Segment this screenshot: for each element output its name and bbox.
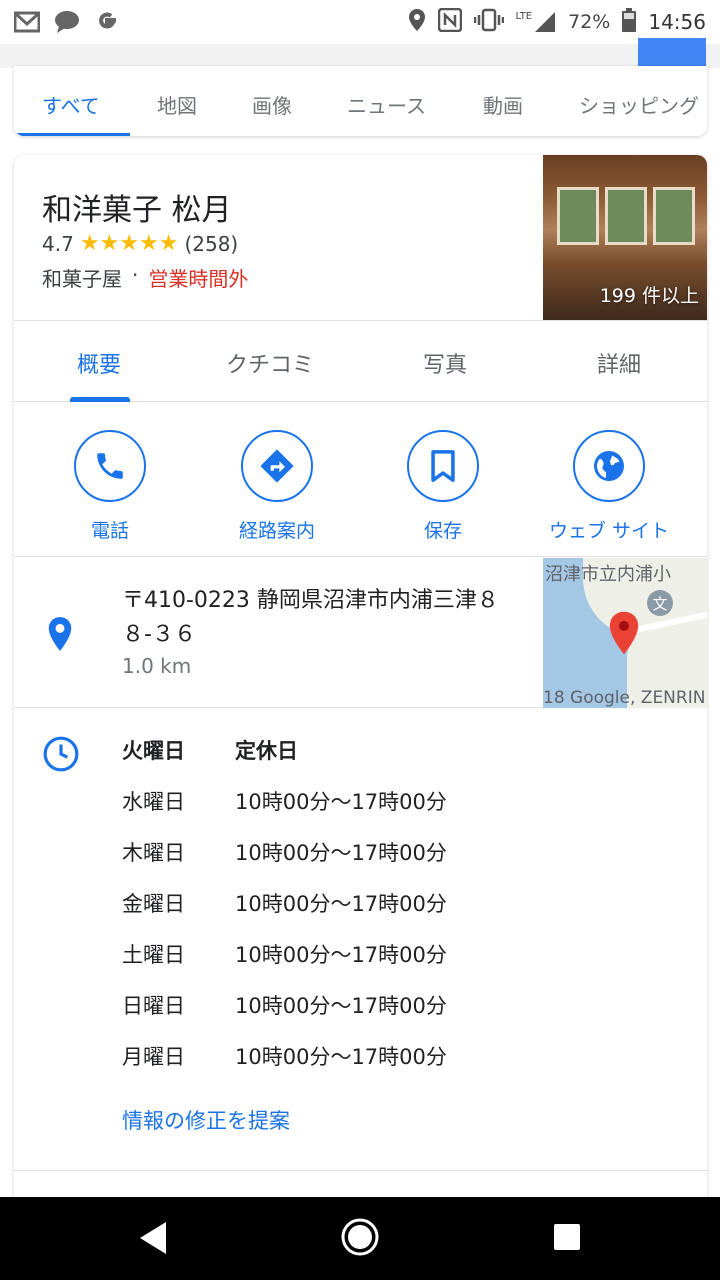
hours-day: 日曜日 — [122, 994, 185, 1018]
hours-time: 10時00分～17時00分 — [235, 994, 447, 1018]
nfc-icon — [437, 7, 462, 37]
hours-day: 火曜日 — [122, 739, 185, 763]
separator: · — [132, 263, 139, 287]
directions-button[interactable]: 経路案内 — [197, 430, 357, 543]
website-button[interactable]: ウェブ サイト — [529, 430, 689, 543]
place-header: 和洋菓子 松月 4.7 ★★★★★ (258) 和菓子屋 · 営業時間外 199… — [14, 155, 707, 320]
hours-day: 土曜日 — [122, 943, 185, 967]
location-pin-icon — [46, 616, 74, 656]
website-label: ウェブ サイト — [548, 520, 670, 542]
directions-icon — [241, 430, 313, 502]
hours-time: 定休日 — [235, 739, 298, 763]
place-category: 和菓子屋 — [42, 267, 122, 291]
place-photo[interactable]: 199 件以上 — [543, 155, 707, 320]
tab-all[interactable]: すべて — [42, 90, 100, 119]
photo-window — [557, 187, 599, 245]
save-button[interactable]: 保存 — [363, 430, 523, 543]
google-icon — [94, 9, 120, 35]
tab-images[interactable]: 画像 — [252, 90, 292, 119]
hours-day: 金曜日 — [122, 892, 185, 916]
place-card: 和洋菓子 松月 4.7 ★★★★★ (258) 和菓子屋 · 営業時間外 199… — [14, 155, 707, 1200]
map-label: 沼津市立内浦小 — [545, 564, 671, 585]
clock-icon — [42, 735, 80, 777]
action-buttons: 電話 経路案内 保存 ウェブ サイト — [14, 402, 707, 557]
recents-icon[interactable] — [553, 1223, 581, 1255]
lte-signal-icon: LTE — [516, 11, 557, 33]
directions-label: 経路案内 — [238, 520, 315, 542]
photo-window — [605, 187, 647, 245]
search-tabs: すべて 地図 画像 ニュース 動画 ショッピング — [14, 66, 707, 136]
place-tabs: 概要 クチコミ 写真 詳細 — [14, 320, 707, 402]
search-bar[interactable] — [0, 38, 720, 68]
back-icon[interactable] — [136, 1219, 170, 1261]
place-title: 和洋菓子 松月 — [42, 193, 232, 228]
open-status: 営業時間外 — [148, 267, 249, 291]
hours-row: 金曜日 10時00分～17時00分 — [122, 888, 447, 918]
hours-row: 土曜日 10時00分～17時00分 — [122, 939, 447, 969]
rating-value: 4.7 — [42, 231, 74, 256]
photo-count: 199 件以上 — [599, 285, 699, 307]
call-label: 電話 — [90, 520, 129, 542]
save-label: 保存 — [423, 520, 462, 542]
hours-row: 日曜日 10時00分～17時00分 — [122, 990, 447, 1020]
tab-shopping[interactable]: ショッピング — [579, 90, 699, 119]
hours-time: 10時00分～17時00分 — [235, 1045, 447, 1069]
distance: 1.0 km — [122, 654, 192, 678]
location-icon — [408, 8, 426, 37]
map-marker-icon — [607, 610, 641, 660]
tab-maps[interactable]: 地図 — [157, 90, 197, 119]
suggest-edit-link[interactable]: 情報の修正を提案 — [122, 1105, 290, 1135]
messages-icon — [54, 9, 80, 35]
hours-day: 木曜日 — [122, 841, 185, 865]
vibrate-icon — [473, 8, 504, 37]
active-tab-indicator — [14, 133, 130, 136]
home-icon[interactable] — [340, 1217, 380, 1261]
gmail-icon — [14, 9, 40, 35]
hours-day: 月曜日 — [122, 1045, 185, 1069]
battery-icon — [622, 7, 637, 37]
bookmark-icon — [407, 430, 479, 502]
hours-time: 10時00分～17時00分 — [235, 943, 447, 967]
category-row: 和菓子屋 · 営業時間外 — [42, 263, 248, 292]
hours-row: 月曜日 10時00分～17時00分 — [122, 1041, 447, 1071]
navigation-bar — [0, 1197, 720, 1280]
hours-row: 水曜日 10時00分～17時00分 — [122, 786, 447, 816]
hours-time: 10時00分～17時00分 — [235, 892, 447, 916]
tab-reviews[interactable]: クチコミ — [226, 347, 314, 379]
address-text: 〒410-0223 静岡県沼津市内浦三津８８-３６ — [122, 588, 499, 647]
phone-icon — [74, 430, 146, 502]
hours-time: 10時00分～17時00分 — [235, 790, 447, 814]
hours-row: 木曜日 10時00分～17時00分 — [122, 837, 447, 867]
review-count: (258) — [184, 231, 239, 256]
hours-section: 火曜日 定休日 水曜日 10時00分～17時00分 木曜日 10時00分～17時… — [14, 709, 707, 1171]
school-icon: 文 — [647, 590, 673, 616]
status-bar: LTE 72% 14:56 — [0, 0, 720, 44]
hours-row: 火曜日 定休日 — [122, 735, 298, 765]
photo-window — [653, 187, 695, 245]
hours-time: 10時00分～17時00分 — [235, 841, 447, 865]
globe-icon — [573, 430, 645, 502]
address-section[interactable]: 〒410-0223 静岡県沼津市内浦三津８８-３６ 1.0 km 沼津市立内浦小… — [14, 558, 707, 708]
tab-news[interactable]: ニュース — [347, 90, 426, 119]
rating-row[interactable]: 4.7 ★★★★★ (258) — [42, 231, 238, 256]
map-attribution: 18 Google, ZENRIN — [543, 688, 706, 708]
battery-percent: 72% — [568, 11, 611, 33]
hours-day: 水曜日 — [122, 790, 185, 814]
call-button[interactable]: 電話 — [30, 430, 190, 543]
map-thumbnail[interactable]: 沼津市立内浦小 文 18 Google, ZENRIN — [543, 558, 707, 708]
clock-time: 14:56 — [648, 10, 706, 34]
tab-details[interactable]: 詳細 — [597, 347, 641, 379]
tab-photos[interactable]: 写真 — [423, 347, 467, 379]
tab-videos[interactable]: 動画 — [483, 90, 523, 119]
tab-overview[interactable]: 概要 — [77, 347, 121, 379]
rating-stars: ★★★★★ — [79, 231, 179, 256]
search-button[interactable] — [638, 38, 706, 68]
